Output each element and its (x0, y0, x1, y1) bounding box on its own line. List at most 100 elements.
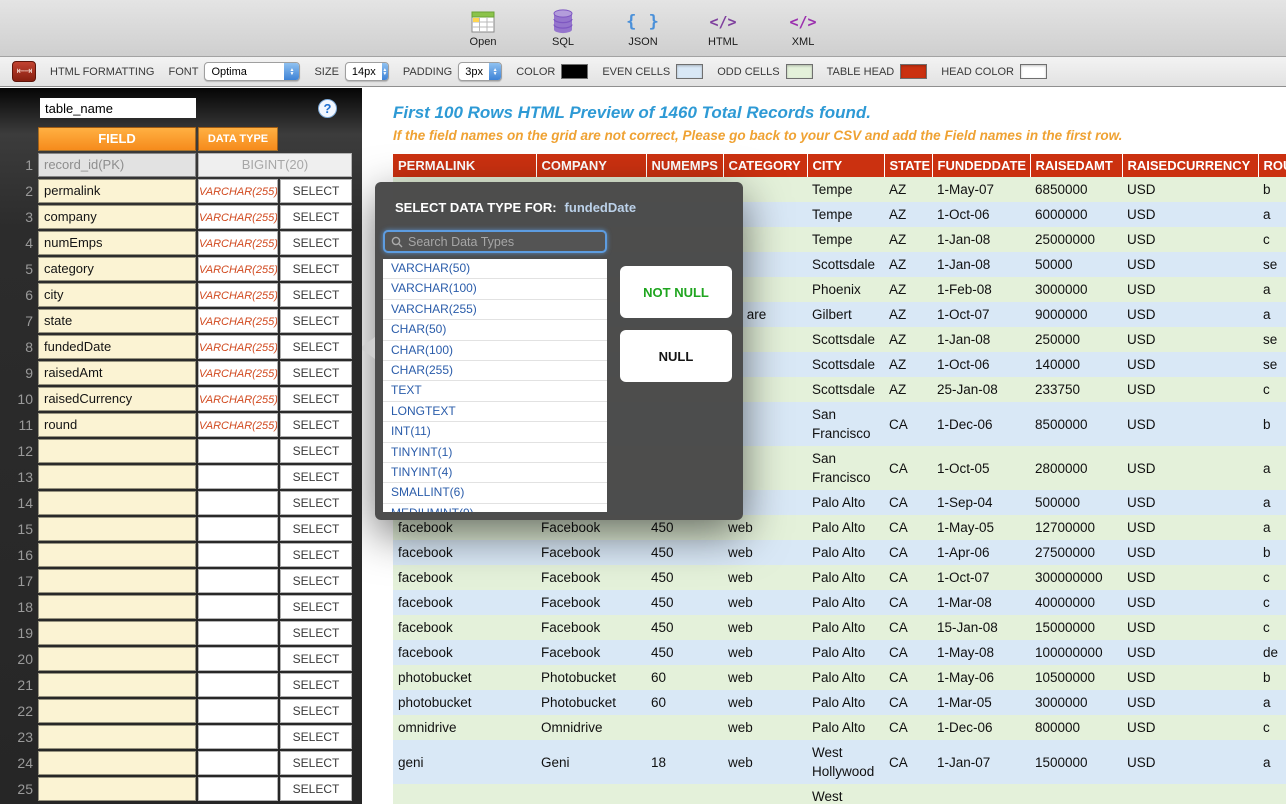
select-datatype-button[interactable]: SELECT (280, 205, 352, 229)
datatype-option[interactable]: CHAR(100) (383, 341, 607, 361)
text-color-swatch[interactable] (561, 64, 588, 79)
field-name-cell[interactable] (38, 725, 196, 749)
cell-fundeddate: 1-Dec-06 (932, 402, 1030, 446)
datatype-option[interactable]: MEDIUMINT(9) (383, 504, 607, 512)
datatype-cell: VARCHAR(255) (198, 179, 278, 203)
field-name-cell[interactable]: permalink (38, 179, 196, 203)
datatype-option[interactable]: TINYINT(1) (383, 443, 607, 463)
field-name-cell[interactable]: state (38, 309, 196, 333)
sql-button[interactable]: SQL (538, 8, 588, 48)
xml-button[interactable]: </> XML (778, 8, 828, 48)
field-name-cell[interactable] (38, 673, 196, 697)
panel-toggle-icon[interactable]: ⇤⇥ (12, 61, 36, 82)
font-select[interactable]: Optima ▲▼ (204, 62, 300, 81)
select-datatype-button[interactable]: SELECT (280, 569, 352, 593)
select-datatype-button[interactable]: SELECT (280, 413, 352, 437)
table-head-swatch[interactable] (900, 64, 927, 79)
cell-category: web (723, 665, 807, 690)
select-datatype-button[interactable]: SELECT (280, 621, 352, 645)
datatype-option[interactable]: SMALLINT(6) (383, 483, 607, 503)
datatype-option[interactable]: CHAR(50) (383, 320, 607, 340)
field-name-cell[interactable] (38, 699, 196, 723)
field-name-cell[interactable] (38, 517, 196, 541)
json-button[interactable]: { } JSON (618, 8, 668, 48)
field-name-cell[interactable] (38, 777, 196, 801)
datatype-option[interactable]: LONGTEXT (383, 402, 607, 422)
column-header: RAISEDCURRENCY (1122, 154, 1258, 177)
select-datatype-button[interactable]: SELECT (280, 179, 352, 203)
select-datatype-button[interactable]: SELECT (280, 465, 352, 489)
table-name-input[interactable] (40, 98, 196, 118)
select-datatype-button[interactable]: SELECT (280, 543, 352, 567)
datatype-option[interactable]: TEXT (383, 381, 607, 401)
cell-permalink: photobucket (393, 690, 536, 715)
head-color-swatch[interactable] (1020, 64, 1047, 79)
field-name-cell[interactable] (38, 621, 196, 645)
datatype-option[interactable]: VARCHAR(100) (383, 279, 607, 299)
field-row: 4 numEmps VARCHAR(255) SELECT (12, 231, 362, 255)
datatype-option[interactable]: VARCHAR(255) (383, 300, 607, 320)
field-name-cell[interactable] (38, 439, 196, 463)
select-datatype-button[interactable]: SELECT (280, 647, 352, 671)
field-name-cell[interactable]: raisedCurrency (38, 387, 196, 411)
cell-raisedcurrency: USD (1122, 615, 1258, 640)
cell-numemps: 450 (646, 640, 723, 665)
cell-fundeddate: 1-May-08 (932, 640, 1030, 665)
cell-raisedcurrency: USD (1122, 490, 1258, 515)
field-name-cell[interactable] (38, 543, 196, 567)
not-null-button[interactable]: NOT NULL (620, 266, 732, 318)
open-button[interactable]: Open (458, 8, 508, 48)
select-datatype-button[interactable]: SELECT (280, 361, 352, 385)
select-datatype-button[interactable]: SELECT (280, 283, 352, 307)
select-datatype-button[interactable]: SELECT (280, 777, 352, 801)
field-name-cell[interactable]: numEmps (38, 231, 196, 255)
datatype-option[interactable]: TINYINT(4) (383, 463, 607, 483)
select-datatype-button[interactable]: SELECT (280, 257, 352, 281)
xml-code-icon: </> (789, 8, 816, 35)
select-datatype-button[interactable]: SELECT (280, 491, 352, 515)
select-datatype-button[interactable]: SELECT (280, 231, 352, 255)
field-name-cell[interactable] (38, 595, 196, 619)
select-datatype-button[interactable]: SELECT (280, 387, 352, 411)
cell-category: web (723, 615, 807, 640)
cell-fundeddate: 1-Dec-06 (932, 715, 1030, 740)
row-number: 6 (12, 283, 38, 307)
select-datatype-button[interactable]: SELECT (280, 517, 352, 541)
field-name-cell[interactable] (38, 647, 196, 671)
select-datatype-button[interactable]: SELECT (280, 673, 352, 697)
cell-round: de (1258, 640, 1286, 665)
help-icon[interactable]: ? (318, 99, 337, 118)
datatype-cell: VARCHAR(255) (198, 231, 278, 255)
select-datatype-button[interactable]: SELECT (280, 699, 352, 723)
select-datatype-button[interactable]: SELECT (280, 309, 352, 333)
field-name-cell[interactable]: company (38, 205, 196, 229)
field-name-cell[interactable] (38, 569, 196, 593)
cell-raisedcurrency: USD (1122, 402, 1258, 446)
field-name-cell[interactable]: city (38, 283, 196, 307)
field-name-cell[interactable] (38, 465, 196, 489)
odd-cells-swatch[interactable] (786, 64, 813, 79)
even-cells-swatch[interactable] (676, 64, 703, 79)
size-select[interactable]: 14px ▲▼ (345, 62, 389, 81)
select-datatype-button[interactable]: SELECT (280, 595, 352, 619)
padding-select[interactable]: 3px ▲▼ (458, 62, 502, 81)
field-name-cell[interactable]: raisedAmt (38, 361, 196, 385)
datatype-option[interactable]: VARCHAR(50) (383, 259, 607, 279)
field-row: 25 SELECT (12, 777, 362, 801)
select-datatype-button[interactable]: SELECT (280, 439, 352, 463)
field-name-cell[interactable]: round (38, 413, 196, 437)
html-button[interactable]: </> HTML (698, 8, 748, 48)
datatype-option[interactable]: CHAR(255) (383, 361, 607, 381)
cell-fundeddate: 25-Jan-08 (932, 377, 1030, 402)
select-datatype-button[interactable]: SELECT (280, 725, 352, 749)
search-input[interactable] (408, 235, 599, 249)
field-name-cell[interactable] (38, 751, 196, 775)
field-name-cell[interactable]: category (38, 257, 196, 281)
field-name-cell[interactable] (38, 491, 196, 515)
select-datatype-button[interactable]: SELECT (280, 335, 352, 359)
datatype-option[interactable]: INT(11) (383, 422, 607, 442)
null-button[interactable]: NULL (620, 330, 732, 382)
cell-permalink: omnidrive (393, 715, 536, 740)
field-name-cell[interactable]: fundedDate (38, 335, 196, 359)
select-datatype-button[interactable]: SELECT (280, 751, 352, 775)
